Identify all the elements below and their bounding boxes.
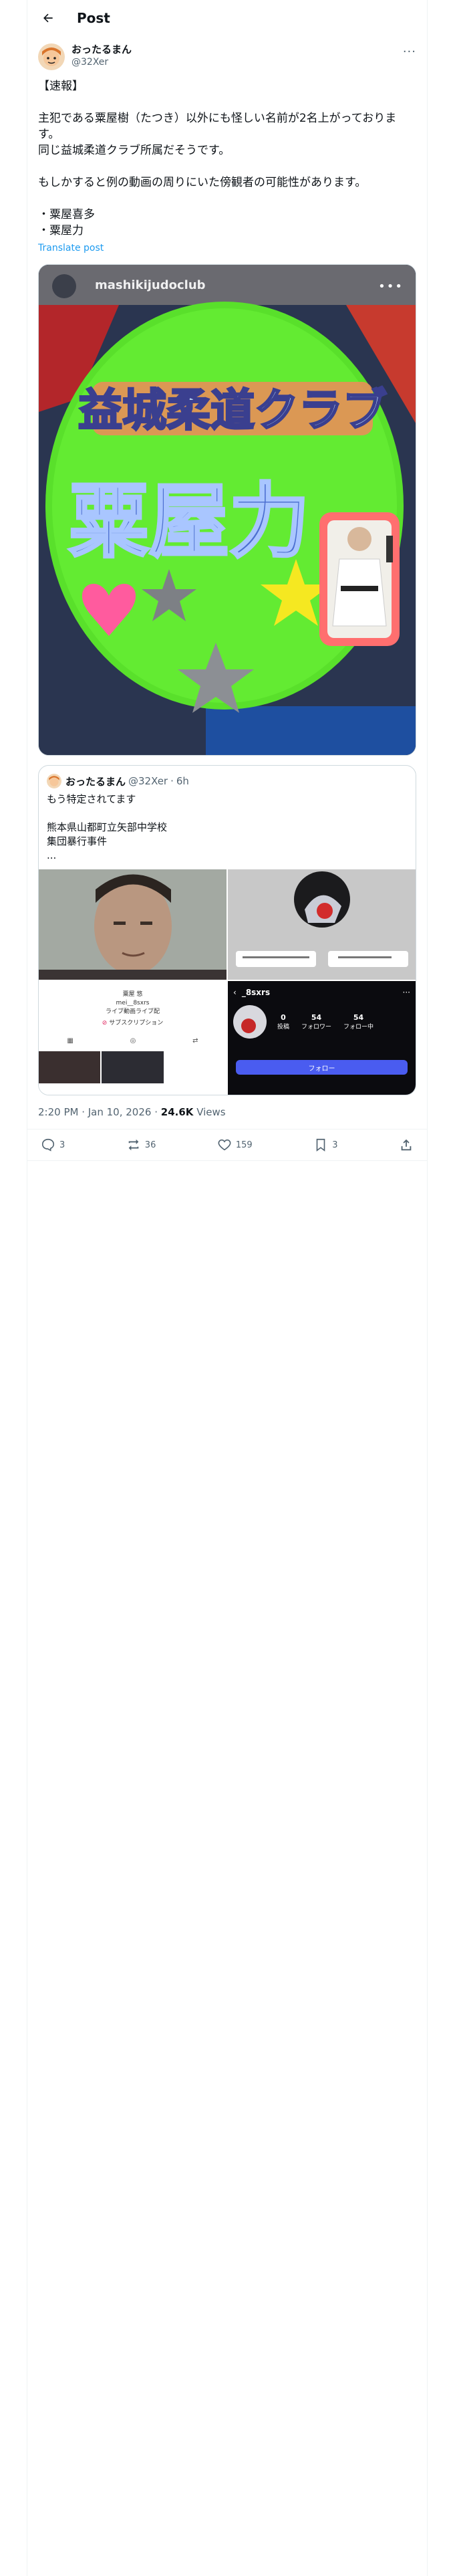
reply-count: 3 (59, 1140, 65, 1150)
heart-icon (218, 1139, 231, 1151)
profile-live: ライブ動画ライブ配 (105, 1008, 160, 1015)
quote-text: もう特定されてます 熊本県山都町立矢部中学校 集団暴行事件 ... (39, 788, 416, 869)
share-button[interactable] (399, 1138, 414, 1152)
grid-view-icon[interactable]: ▦ (67, 1037, 73, 1045)
post-column: Post おったるまん @32Xer ··· 【速報】 主犯である粟屋樹（たつき… (27, 0, 428, 2576)
post-image[interactable]: 益城柔道クラブ 粟屋力 mashikijudoclub ••• (38, 264, 416, 756)
quote-profile-card[interactable]: 粟屋 悠 mei__8sxrs ライブ動画ライブ配 ⊘ サブスクリプション ▦ … (39, 981, 227, 1095)
tweet-line: ・粟屋喜多 (38, 208, 95, 221)
profile-display-name: 粟屋 悠 (122, 991, 143, 998)
quote-author-handle: @32Xer (128, 775, 168, 787)
quote-separator: · (170, 775, 174, 787)
overlay-account-name: mashikijudoclub (95, 278, 206, 292)
views-label: Views (196, 1106, 226, 1118)
overlay-more-icon: ••• (378, 280, 404, 294)
quote-header: おったるまん @32Xer · 6h (39, 766, 416, 788)
author-row: おったるまん @32Xer ··· (27, 35, 427, 70)
repost-button[interactable]: 36 (126, 1138, 156, 1152)
bookmark-count: 3 (332, 1140, 338, 1150)
dark-profile-avatar (233, 1005, 267, 1039)
quote-author-name: おったるまん (65, 775, 126, 788)
profile-subscribe: ⊘ サブスクリプション (102, 1020, 164, 1027)
followers-count: 54 (311, 1013, 322, 1022)
post-timestamp[interactable]: 2:20 PM · Jan 10, 2026 (38, 1106, 151, 1118)
posts-label: 投稿 (277, 1024, 290, 1031)
bookmark-icon (316, 1138, 325, 1152)
post-metadata: 2:20 PM · Jan 10, 2026 · 24.6K Views (27, 1095, 427, 1130)
reply-button[interactable]: 3 (41, 1138, 65, 1152)
name-text: 粟屋力 (69, 475, 309, 568)
profile-handle: mei__8sxrs (116, 1000, 150, 1006)
quote-time: 6h (176, 775, 189, 787)
repost-icon (128, 1139, 139, 1151)
quote-line: 熊本県山都町立矢部中学校 (47, 821, 168, 833)
dark-more-icon: ··· (402, 988, 410, 997)
follow-button[interactable]: フォロー (236, 1060, 408, 1075)
quote-avatar (47, 774, 61, 788)
dark-profile-username: _8sxrs (241, 988, 271, 997)
quote-line (47, 807, 408, 821)
arrow-left-icon (43, 13, 53, 22)
page-title: Post (77, 9, 110, 26)
tagged-icon[interactable]: ⇄ (192, 1037, 198, 1045)
reply-icon (41, 1138, 55, 1152)
quote-line: ... (47, 849, 57, 861)
action-bar: 3 36 159 3 (27, 1130, 427, 1161)
tweet-line (38, 94, 416, 110)
bookmark-button[interactable]: 3 (313, 1138, 337, 1152)
like-count: 159 (235, 1140, 253, 1150)
top-bar: Post (27, 0, 427, 35)
tweet-text: 【速報】 主犯である粟屋樹（たつき）以外にも怪しい名前が2名上がっております。 … (27, 70, 427, 256)
quote-line: 集団暴行事件 (47, 835, 108, 847)
tweet-line: ・粟屋力 (38, 224, 84, 237)
avatar[interactable] (38, 43, 65, 70)
quoted-post[interactable]: おったるまん @32Xer · 6h もう特定されてます 熊本県山都町立矢部中学… (38, 765, 416, 1095)
quote-image-story[interactable] (228, 869, 416, 980)
following-count: 54 (353, 1013, 364, 1022)
like-button[interactable]: 159 (217, 1138, 253, 1152)
posts-count: 0 (281, 1013, 286, 1022)
repost-count: 36 (144, 1140, 156, 1150)
banner-text: 益城柔道クラブ (78, 385, 387, 436)
tweet-line: もしかすると例の動画の周りにいた傍観者の可能性があります。 (38, 176, 367, 189)
more-options-icon[interactable]: ··· (403, 45, 416, 59)
quote-line: もう特定されてます (47, 793, 136, 805)
translate-post-link[interactable]: Translate post (38, 240, 416, 256)
quote-media-grid: 粟屋 悠 mei__8sxrs ライブ動画ライブ配 ⊘ サブスクリプション ▦ … (39, 869, 416, 1095)
reels-icon[interactable]: ◎ (130, 1037, 136, 1045)
following-label: フォロー中 (343, 1024, 374, 1031)
tweet-line: 【速報】 (38, 80, 84, 93)
profile-subscribe-label: サブスクリプション (109, 1020, 164, 1027)
quote-dark-profile[interactable]: ‹ _8sxrs ··· 0 投稿 54 フォロワー 54 フォロー中 フォロー (228, 981, 416, 1095)
author-handle[interactable]: @32Xer (71, 56, 132, 69)
tweet-line (38, 158, 416, 175)
tweet-line: 主犯である粟屋樹（たつき）以外にも怪しい名前が2名上がっております。 (38, 112, 397, 141)
share-icon (401, 1139, 412, 1151)
views-count: 24.6K (160, 1106, 194, 1118)
quote-image-face[interactable] (39, 869, 227, 980)
back-chevron-icon: ‹ (233, 988, 237, 997)
tweet-line (38, 191, 416, 207)
tweet-line: 同じ益城柔道クラブ所属だそうです。 (38, 144, 231, 157)
back-button[interactable] (37, 7, 59, 29)
author-name[interactable]: おったるまん (71, 43, 132, 56)
followers-label: フォロワー (301, 1024, 332, 1031)
